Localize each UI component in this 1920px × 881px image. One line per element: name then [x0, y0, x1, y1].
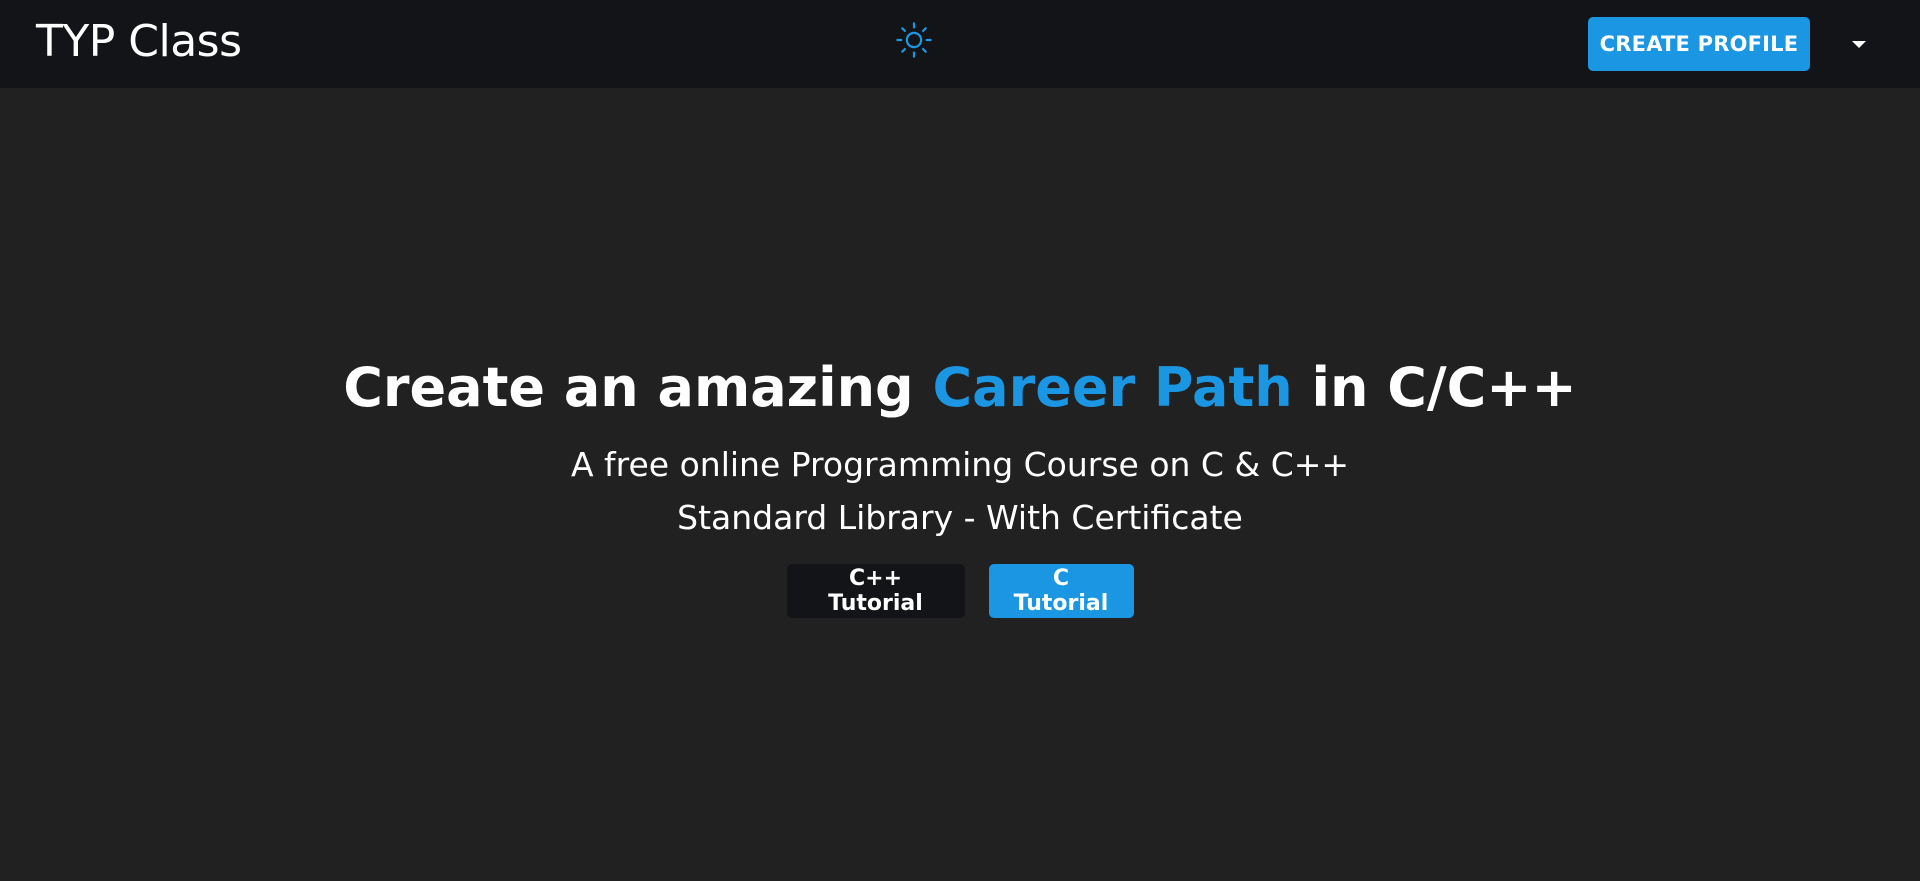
hero-subtitle-line2: Standard Library - With Certificate [677, 498, 1243, 537]
hero-title-part2: in C/C++ [1292, 356, 1577, 419]
hero-subtitle-line1: A free online Programming Course on C & … [570, 445, 1350, 484]
hero-section: Create an amazing Career Path in C/C++ A… [0, 88, 1920, 881]
profile-dropdown-toggle[interactable] [1842, 30, 1876, 58]
cpp-tutorial-button[interactable]: C++ Tutorial [786, 564, 965, 618]
caret-down-icon [1852, 40, 1866, 48]
sun-icon [896, 22, 932, 58]
create-profile-button[interactable]: CREATE PROFILE [1588, 17, 1810, 71]
hero-title-accent: Career Path [932, 356, 1293, 419]
brand-logo[interactable]: TYP Class [36, 14, 242, 70]
hero-title: Create an amazing Career Path in C/C++ [0, 350, 1920, 426]
hero-buttons: C++ Tutorial C Tutorial [0, 564, 1920, 618]
hero-subtitle: A free online Programming Course on C & … [0, 438, 1920, 544]
theme-toggle[interactable] [892, 18, 936, 62]
hero-title-part1: Create an amazing [343, 356, 933, 419]
c-tutorial-button[interactable]: C Tutorial [988, 564, 1134, 618]
navbar: TYP Class CREATE PROFILE [0, 0, 1920, 88]
